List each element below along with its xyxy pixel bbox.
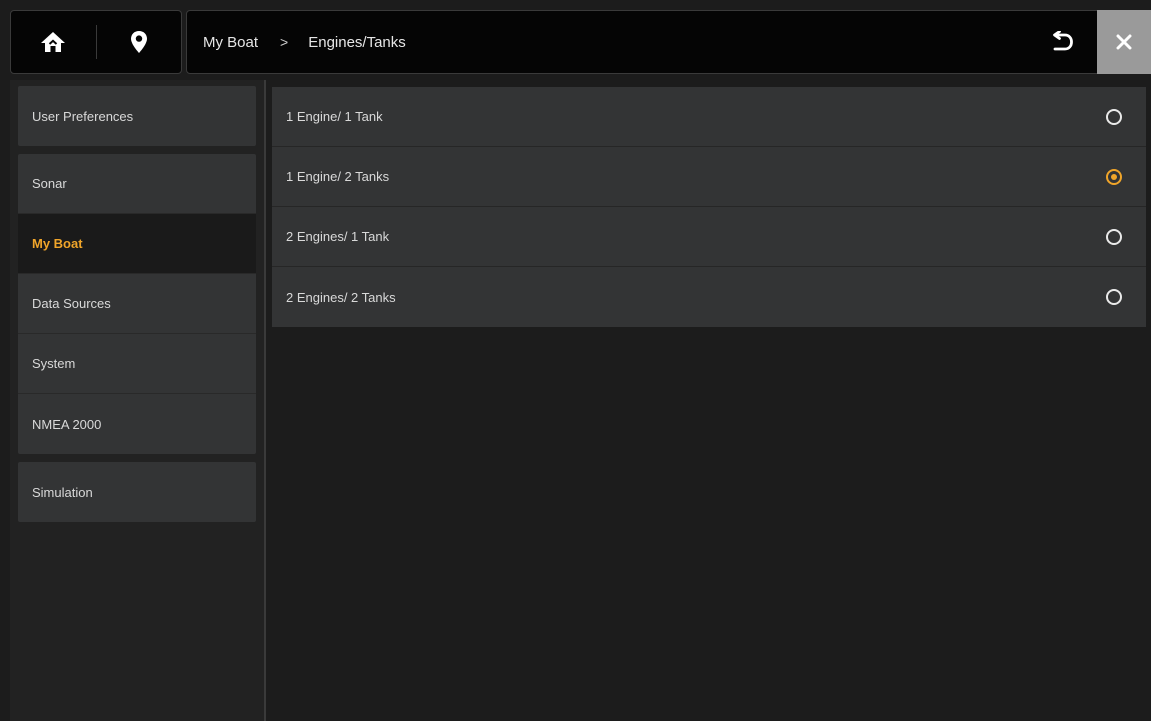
sidebar-item-user-preferences[interactable]: User Preferences [18, 86, 256, 146]
sidebar-item-simulation[interactable]: Simulation [18, 462, 256, 522]
breadcrumb-separator: > [280, 34, 289, 50]
back-button[interactable] [1037, 11, 1087, 73]
radio-button[interactable] [1106, 228, 1122, 245]
sidebar-item-my-boat[interactable]: My Boat [18, 214, 256, 274]
option-1-engine-1-tank[interactable]: 1 Engine/ 1 Tank [272, 87, 1146, 147]
home-icon [41, 32, 66, 52]
breadcrumb-engines-tanks: Engines/Tanks [308, 33, 406, 51]
location-pin-icon [130, 31, 147, 53]
sidebar-item-nmea-2000[interactable]: NMEA 2000 [18, 394, 256, 454]
breadcrumb: My Boat > Engines/Tanks [186, 10, 1098, 74]
sidebar-group-simulation: Simulation [18, 462, 256, 522]
option-label: 2 Engines/ 1 Tank [286, 229, 390, 244]
home-button[interactable] [11, 11, 96, 73]
sidebar-group-user-preferences: User Preferences [18, 86, 256, 146]
radio-button-selected[interactable] [1106, 168, 1122, 185]
breadcrumb-my-boat[interactable]: My Boat [187, 34, 258, 51]
close-icon [1116, 34, 1132, 50]
close-button[interactable] [1097, 10, 1151, 74]
option-label: 1 Engine/ 1 Tank [286, 109, 383, 124]
option-1-engine-2-tanks[interactable]: 1 Engine/ 2 Tanks [272, 147, 1146, 207]
location-button[interactable] [97, 11, 182, 73]
sidebar-item-data-sources[interactable]: Data Sources [18, 274, 256, 334]
top-bar: My Boat > Engines/Tanks [10, 10, 1151, 74]
back-arrow-icon [1053, 31, 1073, 51]
sidebar-item-sonar[interactable]: Sonar [18, 154, 256, 214]
option-label: 1 Engine/ 2 Tanks [286, 169, 390, 184]
option-label: 2 Engines/ 2 Tanks [286, 289, 396, 305]
engine-tank-options: 1 Engine/ 1 Tank 1 Engine/ 2 Tanks 2 Eng… [272, 87, 1146, 327]
nav-buttons [10, 10, 182, 74]
app-frame: My Boat > Engines/Tanks User Preferences… [0, 0, 1151, 721]
radio-button[interactable] [1106, 108, 1122, 125]
settings-sidebar: User Preferences Sonar My Boat Data Sour… [10, 80, 266, 721]
option-2-engines-2-tanks[interactable]: 2 Engines/ 2 Tanks [272, 267, 1146, 327]
option-2-engines-1-tank[interactable]: 2 Engines/ 1 Tank [272, 207, 1146, 267]
sidebar-group-main: Sonar My Boat Data Sources System NMEA 2… [18, 154, 256, 454]
radio-button[interactable] [1106, 289, 1122, 305]
sidebar-item-system[interactable]: System [18, 334, 256, 394]
